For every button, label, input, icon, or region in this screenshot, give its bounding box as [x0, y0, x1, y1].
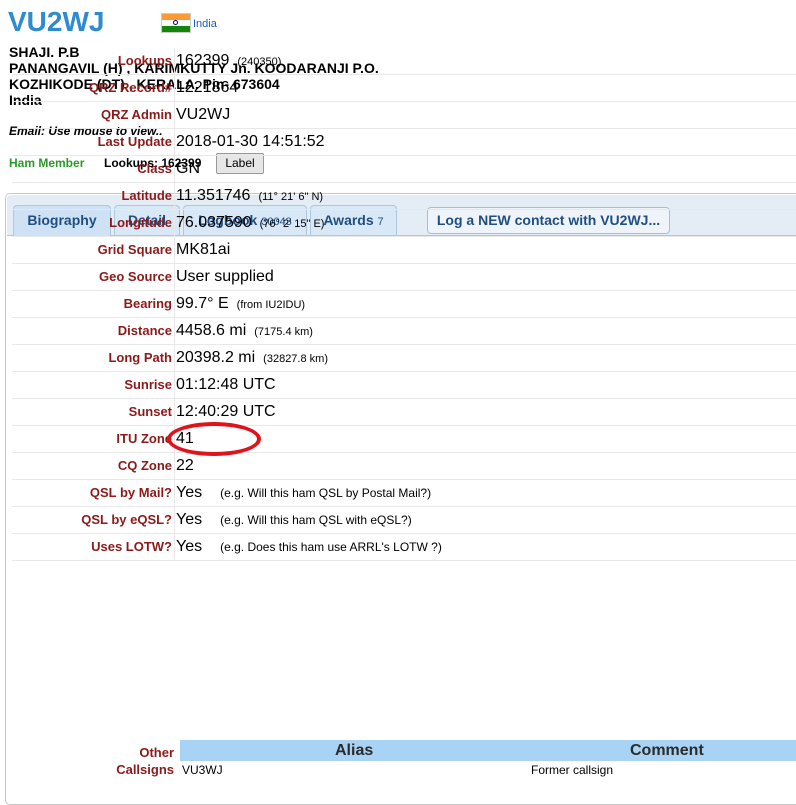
row-qrz-admin: QRZ Admin VU2WJ — [12, 102, 796, 129]
row-class: Class GN — [12, 156, 796, 183]
comment-cell: Former callsign — [531, 763, 614, 777]
row-geo-source: Geo Source User supplied — [12, 264, 796, 291]
row-longitude: Longitude 76.037590 (76° 2' 15" E) — [12, 210, 796, 237]
detail-rows: Lookups 162399 (240350) QRZ Record# 1221864… — [12, 48, 796, 561]
india-flag-icon — [161, 13, 191, 33]
alias-column-header: Alias — [335, 742, 374, 759]
row-bearing: Bearing 99.7° E (from IU2IDU) — [12, 291, 796, 318]
row-distance: Distance 4458.6 mi (7175.4 km) — [12, 318, 796, 345]
row-last-update: Last Update 2018-01-30 14:51:52 — [12, 129, 796, 156]
row-latitude: Latitude 11.351746 (11° 21' 6" N) — [12, 183, 796, 210]
country-link[interactable]: India — [193, 18, 217, 30]
row-uses-lotw: Uses LOTW? Yes (e.g. Does this ham use ARR… — [12, 534, 796, 561]
other-callsigns-header: Alias Comment — [180, 740, 796, 761]
row-itu-zone: ITU Zone 41 — [12, 426, 796, 453]
table-row: VU3WJ Former callsign — [180, 761, 796, 779]
other-callsigns-table: Alias Comment VU3WJ Former callsign — [180, 740, 796, 779]
row-long-path: Long Path 20398.2 mi (32827.8 km) — [12, 345, 796, 372]
row-qsl-eqsl: QSL by eQSL? Yes (e.g. Will this ham QSL w… — [12, 507, 796, 534]
row-grid-square: Grid Square MK81ai — [12, 237, 796, 264]
row-cq-zone: CQ Zone 22 — [12, 453, 796, 480]
other-callsigns-label: Other Callsigns — [116, 745, 174, 777]
grid-square-highlight-circle — [167, 422, 261, 456]
row-sunrise: Sunrise 01:12:48 UTC — [12, 372, 796, 399]
row-sunset: Sunset 12:40:29 UTC — [12, 399, 796, 426]
callsign-title: VU2WJ — [8, 6, 105, 37]
row-qrz-record: QRZ Record# 1221864 — [12, 75, 796, 102]
alias-cell: VU3WJ — [182, 763, 223, 777]
row-lookups: Lookups 162399 (240350) — [12, 48, 796, 75]
comment-column-header: Comment — [630, 742, 704, 759]
row-qsl-mail: QSL by Mail? Yes (e.g. Will this ham QSL b… — [12, 480, 796, 507]
